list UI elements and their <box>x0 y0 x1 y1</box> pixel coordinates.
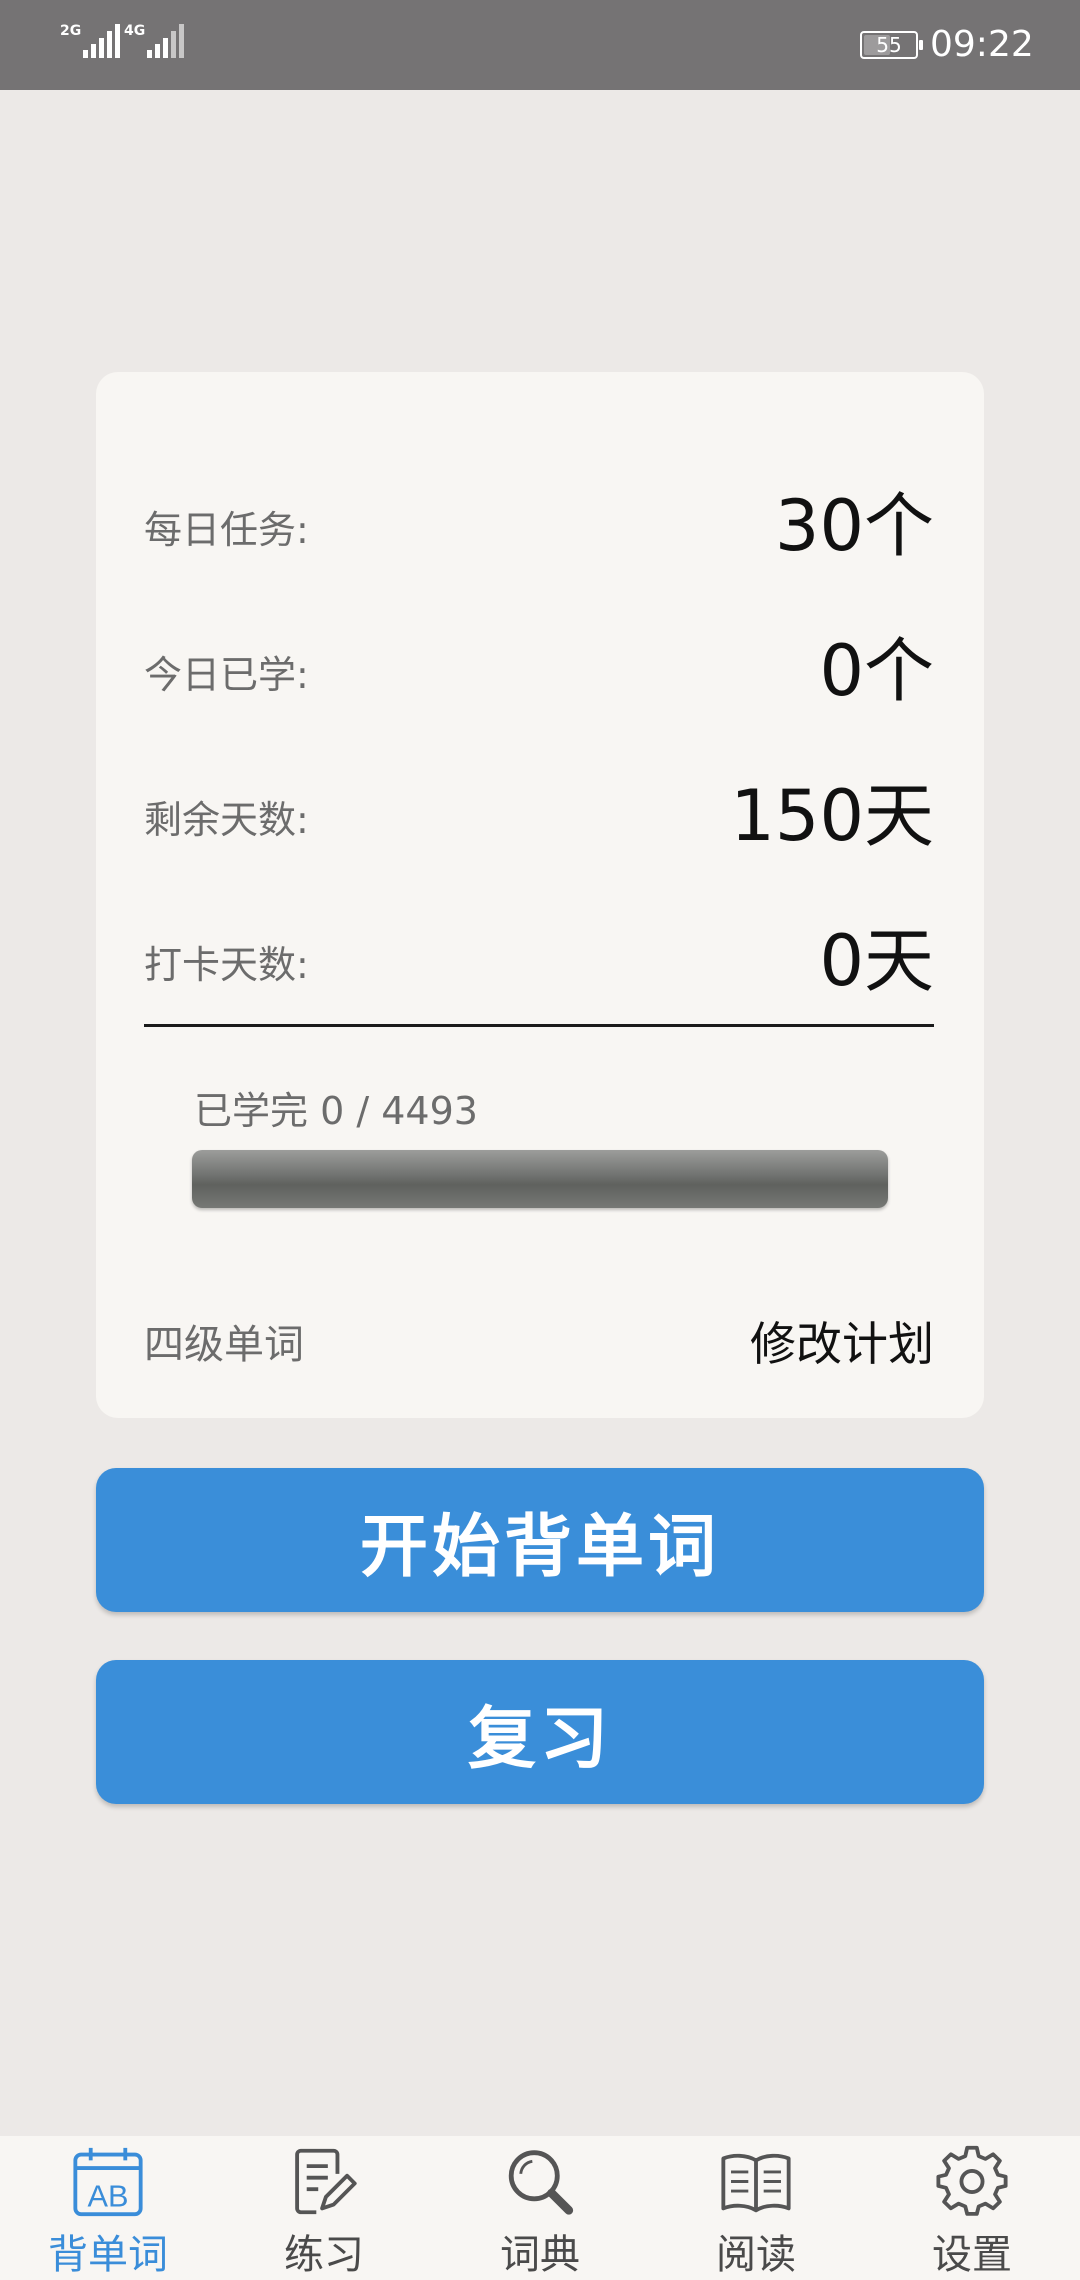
stat-value: 30个 <box>774 485 934 567</box>
tab-label: 背单词 <box>48 2232 168 2278</box>
svg-text:AB: AB <box>88 2178 129 2213</box>
stat-value: 0个 <box>819 630 934 712</box>
stat-row-remaining-days: 剩余天数: 150天 <box>144 762 934 862</box>
signal-4g-label: 4G <box>124 23 146 39</box>
open-book-icon <box>721 2153 791 2213</box>
tab-settings[interactable]: 设置 <box>864 2136 1080 2280</box>
stat-row-checkin-days: 打卡天数: 0天 <box>144 907 934 1007</box>
tab-memorize[interactable]: AB 背单词 <box>0 2136 216 2280</box>
stat-value: 150天 <box>730 775 934 857</box>
signal-2g-label: 2G <box>60 23 82 39</box>
review-button[interactable]: 复习 <box>96 1660 984 1804</box>
edit-plan-link[interactable]: 修改计划 <box>750 1308 934 1374</box>
battery-level: 55 <box>876 33 902 57</box>
tab-label: 阅读 <box>716 2232 796 2278</box>
bottom-tab-bar: AB 背单词 练习 词典 阅读 设置 <box>0 2136 1080 2280</box>
wordbook-name: 四级单词 <box>144 1322 304 1368</box>
magnifier-icon <box>508 2150 574 2215</box>
calendar-ab-icon: AB <box>73 2147 143 2217</box>
status-time: 09:22 <box>930 24 1034 65</box>
divider <box>144 1024 934 1027</box>
stat-label: 剩余天数: <box>144 798 309 842</box>
stat-label: 今日已学: <box>144 653 309 697</box>
tab-dictionary[interactable]: 词典 <box>432 2136 648 2280</box>
notepad-pencil-icon <box>295 2148 357 2215</box>
tab-label: 词典 <box>500 2232 580 2278</box>
stat-row-learned-today: 今日已学: 0个 <box>144 617 934 717</box>
status-bar: 2G 4G 55 09:22 <box>0 0 1080 90</box>
stat-label: 打卡天数: <box>144 943 309 987</box>
progress-label: 已学完 0 / 4493 <box>194 1089 478 1133</box>
gear-icon <box>936 2145 1008 2216</box>
plan-card: 每日任务: 30个 今日已学: 0个 剩余天数: 150天 打卡天数: 0天 已… <box>96 372 984 1418</box>
tab-label: 设置 <box>932 2232 1012 2278</box>
progress-bar <box>192 1150 888 1208</box>
stat-label: 每日任务: <box>144 508 309 552</box>
start-learning-button[interactable]: 开始背单词 <box>96 1468 984 1612</box>
signal-4g-icon: 4G <box>124 23 185 58</box>
tab-reading[interactable]: 阅读 <box>648 2136 864 2280</box>
signal-2g-icon: 2G <box>60 23 121 58</box>
battery-icon: 55 <box>860 31 923 59</box>
stat-row-daily-task: 每日任务: 30个 <box>144 472 934 572</box>
tab-practice[interactable]: 练习 <box>216 2136 432 2280</box>
stat-value: 0天 <box>819 920 934 1002</box>
tab-label: 练习 <box>284 2232 364 2278</box>
